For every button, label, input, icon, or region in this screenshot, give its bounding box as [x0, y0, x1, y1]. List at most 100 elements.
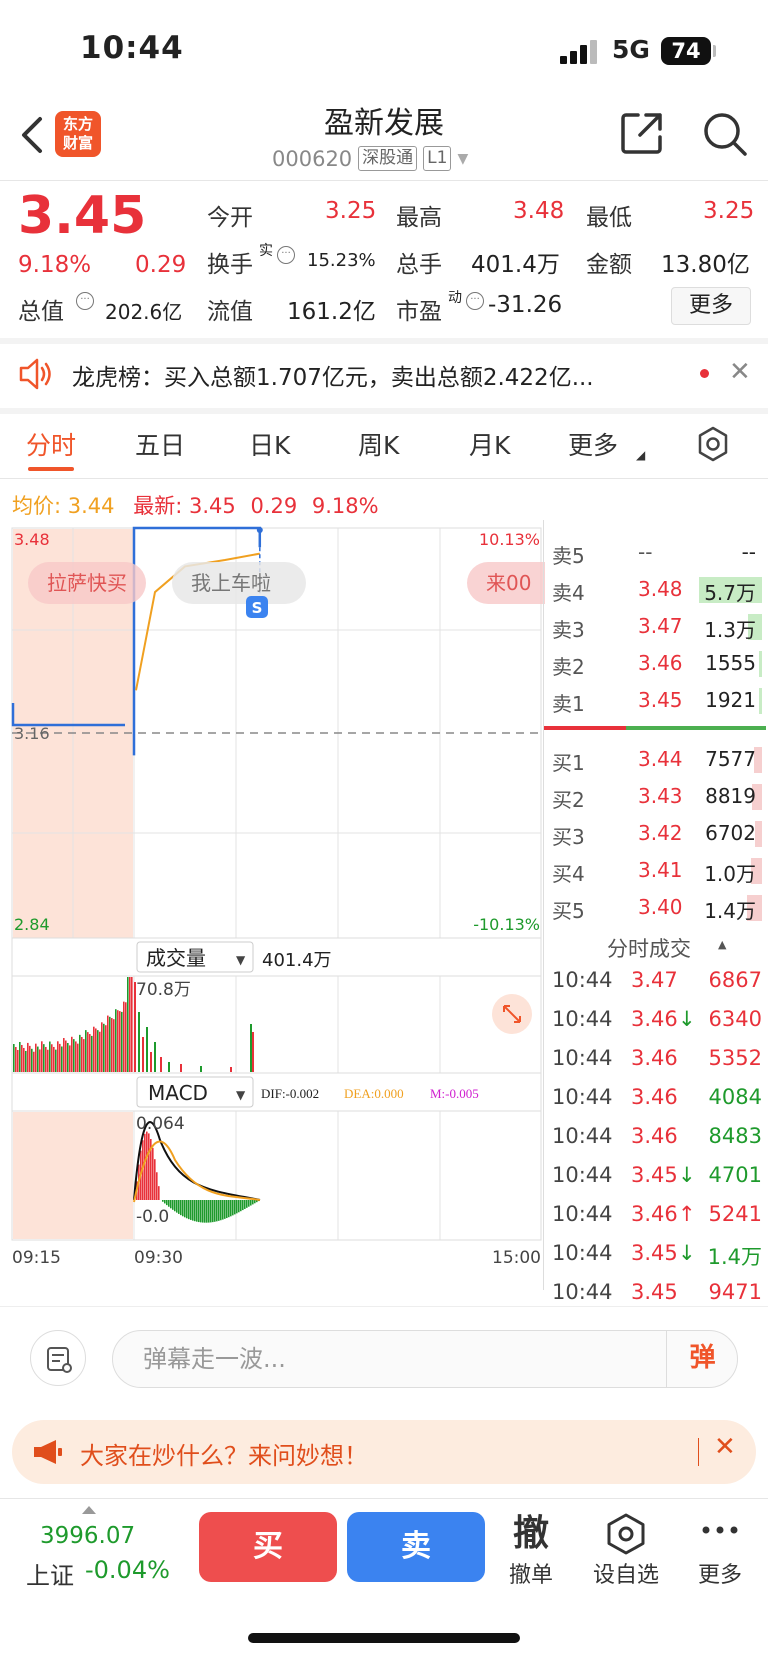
volume-bar	[250, 1024, 252, 1072]
tab-weekly-k[interactable]: 周K	[358, 426, 399, 462]
tick-volume: 1.4万	[707, 1245, 762, 1269]
caret-icon: ◢	[636, 448, 646, 462]
volume-bar	[15, 1046, 17, 1072]
gear-icon[interactable]	[695, 426, 731, 462]
danmaku-settings-button[interactable]	[30, 1330, 86, 1386]
tick-price: 3.45	[631, 1163, 678, 1187]
index-percent[interactable]: -0.04%	[85, 1556, 170, 1584]
search-icon[interactable]	[701, 110, 749, 158]
m-value: M:-0.005	[430, 1086, 479, 1101]
volume-bar	[17, 1049, 19, 1072]
volume-max-label: 70.8万	[136, 980, 191, 1000]
intraday-chart[interactable]: 3.48 3.16 2.84 10.13% -10.13% 拉萨快买 我上车啦 …	[0, 520, 545, 1280]
level-price: 3.48	[638, 577, 683, 601]
close-icon[interactable]: ✕	[729, 357, 751, 387]
level-volume: 1.3万	[704, 618, 756, 642]
tab-daily-k[interactable]: 日K	[249, 426, 290, 462]
high-value: 3.48	[513, 198, 565, 224]
ask-row[interactable]: 卖1 3.45 1921	[552, 682, 762, 718]
macd-bar	[194, 1200, 196, 1222]
volume-bar	[49, 1041, 51, 1072]
float-cap-label: 流值	[207, 299, 253, 325]
bid-row[interactable]: 买3 3.42 6702	[552, 815, 762, 851]
volume-label: 成交量	[146, 946, 206, 970]
volume-bar	[41, 1041, 43, 1072]
watchlist-icon[interactable]	[604, 1512, 648, 1556]
volume-bar	[168, 1062, 170, 1072]
volume-bar	[123, 1001, 125, 1072]
index-name[interactable]: 上证	[26, 1556, 74, 1591]
volume-bar	[150, 1052, 152, 1072]
tick-arrow: ↓	[678, 1163, 696, 1187]
pct-high-label: 10.13%	[479, 530, 540, 549]
level-price: 3.45	[638, 688, 683, 712]
macd-bar	[210, 1200, 212, 1223]
more-label[interactable]: 更多	[680, 1557, 760, 1589]
ask-row[interactable]: 卖2 3.46 1555	[552, 645, 762, 681]
danmaku-input[interactable]: 弹幕走一波...	[112, 1330, 738, 1388]
tab-intraday[interactable]: 分时	[26, 426, 76, 462]
info-icon[interactable]: ···	[466, 292, 484, 310]
avg-price-row: 均价: 3.44 最新: 3.45 0.29 9.18%	[12, 490, 379, 520]
tab-five-day[interactable]: 五日	[135, 426, 185, 462]
level-volume: --	[741, 540, 756, 564]
sell-button[interactable]: 卖	[347, 1512, 485, 1582]
low-value: 3.25	[703, 198, 755, 224]
tab-more[interactable]: 更多	[568, 426, 618, 462]
level-price: 3.42	[638, 821, 683, 845]
divider-band	[0, 338, 768, 344]
float-cap-value: 161.2亿	[287, 299, 376, 325]
volume-bar	[23, 1047, 25, 1072]
cancel-order-label[interactable]: 撤单	[491, 1557, 571, 1589]
macd-bar	[168, 1200, 170, 1207]
notice-text[interactable]: 龙虎榜：买入总额1.707亿元，卖出总额2.422亿...	[72, 358, 594, 392]
ask-separator	[698, 1438, 699, 1466]
volume-bar	[89, 1034, 91, 1072]
level-volume: 1.4万	[704, 899, 756, 923]
volume-bar	[131, 977, 133, 1072]
close-icon[interactable]: ✕	[714, 1432, 736, 1462]
bid-row[interactable]: 买4 3.41 1.0万	[552, 852, 762, 888]
macd-bar	[242, 1200, 244, 1211]
buy-button[interactable]: 买	[199, 1512, 337, 1582]
ask-row[interactable]: 卖5 -- --	[552, 534, 762, 570]
ask-row[interactable]: 卖4 3.48 5.7万	[552, 571, 762, 607]
danmaku-send-button[interactable]: 弹	[666, 1330, 738, 1388]
macd-bar	[164, 1200, 166, 1204]
ask-text[interactable]: 大家在炒什么？来问妙想！	[80, 1436, 368, 1471]
info-icon[interactable]: ···	[277, 246, 295, 264]
ticks-header[interactable]: 分时成交	[607, 933, 691, 963]
macd-bar	[200, 1200, 202, 1223]
volume-bar	[25, 1050, 27, 1072]
change-percent: 9.18%	[18, 252, 92, 278]
volume-bar	[119, 1011, 121, 1072]
more-quote-button[interactable]: 更多	[671, 287, 751, 325]
index-value[interactable]: 3996.07	[40, 1523, 135, 1549]
tab-monthly-k[interactable]: 月K	[469, 426, 510, 462]
cancel-order-icon[interactable]: 撤	[506, 1512, 556, 1556]
macd-bar	[214, 1200, 216, 1222]
stock-code-row[interactable]: 000620 深股通 L1 ▼	[272, 146, 468, 171]
level-label: 买4	[552, 862, 585, 886]
watchlist-label[interactable]: 设自选	[586, 1557, 666, 1589]
info-icon[interactable]: ···	[76, 292, 94, 310]
macd-bar	[182, 1200, 184, 1217]
network-type: 5G	[612, 35, 650, 64]
level-volume: 8819	[705, 784, 756, 808]
more-dots-icon[interactable]	[700, 1520, 740, 1540]
ask-row[interactable]: 卖3 3.47 1.3万	[552, 608, 762, 644]
turnover-sup: 实	[259, 243, 273, 259]
bid-row[interactable]: 买5 3.40 1.4万	[552, 889, 762, 925]
bid-row[interactable]: 买2 3.43 8819	[552, 778, 762, 814]
share-icon[interactable]	[620, 111, 664, 155]
macd-bar	[186, 1200, 188, 1219]
pe-label: 市盈	[396, 299, 442, 325]
avg-value: 3.44	[67, 494, 115, 518]
bid-row[interactable]: 买1 3.44 7577	[552, 741, 762, 777]
y-mid-label: 3.16	[14, 724, 50, 743]
level-label: 买1	[552, 751, 585, 775]
danmaku-text: 我上车啦	[191, 571, 271, 595]
volume-bar	[39, 1049, 41, 1072]
volume-bar	[71, 1036, 73, 1072]
low-label: 最低	[586, 205, 632, 231]
